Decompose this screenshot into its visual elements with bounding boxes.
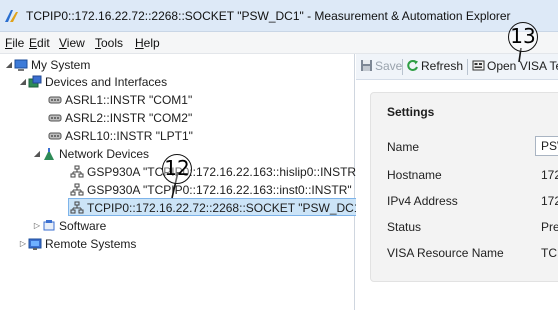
software-icon <box>43 220 55 231</box>
name-label: Name <box>387 140 420 154</box>
menu-file[interactable]: File <box>5 36 24 50</box>
menu-edit[interactable]: Edit <box>29 36 50 50</box>
menu-view-label: iew <box>66 36 85 50</box>
tree-item-remote-systems[interactable]: ▷ Remote Systems <box>18 235 136 253</box>
refresh-icon <box>407 60 418 71</box>
menu-help[interactable]: Help <box>135 36 160 50</box>
tree-item-software[interactable]: ▷ Software <box>32 217 106 235</box>
menu-bar: File Edit View Tools Help <box>0 32 558 54</box>
tree-label-gsp-inst0: GSP930A "TCPIP0::172.16.22.163::inst0::I… <box>87 183 352 197</box>
tree-label-gsp-hislip: GSP930A "TCPIP0::172.16.22.163::hislip0:… <box>87 165 361 179</box>
window-title: TCPIP0::172.16.22.72::2268::SOCKET "PSW_… <box>26 9 511 23</box>
serial-port-icon <box>48 96 62 104</box>
tree-item-devices-and-interfaces[interactable]: ◢ Devices and Interfaces <box>18 73 167 91</box>
settings-panel: Settings Name PSW Hostname 172 IPv4 Addr… <box>370 92 558 282</box>
menu-edit-accelerator: E <box>29 36 38 50</box>
name-field[interactable]: PSW <box>535 136 558 156</box>
mae-app-icon <box>5 10 18 22</box>
tree-label-my-system: My System <box>31 58 91 72</box>
tree-item-my-system[interactable]: ◢ My System <box>4 56 90 74</box>
tree-item-gsp-hislip[interactable]: GSP930A "TCPIP0::172.16.22.163::hislip0:… <box>70 163 360 181</box>
refresh-label: Refresh <box>421 59 464 73</box>
hostname-label: Hostname <box>387 168 442 182</box>
parallel-port-icon <box>48 132 62 140</box>
settings-title: Settings <box>387 105 435 119</box>
visa-test-panel-icon <box>472 60 485 71</box>
hostname-value: 172 <box>541 168 558 182</box>
toolbar-separator <box>467 59 468 75</box>
menu-file-label: ile <box>12 36 25 50</box>
tree-label-network-devices: Network Devices <box>59 147 150 161</box>
refresh-button[interactable]: Refresh <box>406 59 463 73</box>
computer-icon <box>14 59 28 71</box>
save-label: Save <box>375 59 403 73</box>
devices-icon <box>28 75 42 88</box>
collapse-arrow-icon[interactable]: ◢ <box>4 56 14 74</box>
toolbar-separator <box>402 59 403 75</box>
save-icon <box>361 60 372 71</box>
save-button[interactable]: Save <box>360 59 402 73</box>
serial-port-icon <box>48 114 62 122</box>
tree-label-asrl10: ASRL10::INSTR "LPT1" <box>65 129 193 143</box>
visa-resource-name-value: TCP <box>541 246 558 260</box>
tree-item-asrl1[interactable]: ASRL1::INSTR "COM1" <box>48 91 192 109</box>
tree-item-asrl10[interactable]: ASRL10::INSTR "LPT1" <box>48 127 193 145</box>
visa-resource-name-label: VISA Resource Name <box>387 246 504 260</box>
tree-label-software: Software <box>59 219 107 233</box>
collapse-arrow-icon[interactable]: ◢ <box>18 73 28 91</box>
menu-edit-label: dit <box>37 36 50 50</box>
tree-label-devices-and-interfaces: Devices and Interfaces <box>45 75 168 89</box>
tree-item-psw-dc1[interactable]: TCPIP0::172.16.22.72::2268::SOCKET "PSW_… <box>68 198 370 216</box>
tree-label-asrl1: ASRL1::INSTR "COM1" <box>65 93 193 107</box>
tree-item-network-devices[interactable]: ◢ Network Devices <box>32 145 149 163</box>
callout-13: 13 <box>508 22 538 52</box>
network-devices-icon <box>44 148 54 160</box>
ipv4-label: IPv4 Address <box>387 194 458 208</box>
status-value: Pre <box>541 220 558 234</box>
tree-item-asrl2[interactable]: ASRL2::INSTR "COM2" <box>48 109 192 127</box>
menu-help-accelerator: H <box>135 36 144 50</box>
tree-item-gsp-inst0[interactable]: GSP930A "TCPIP0::172.16.22.163::inst0::I… <box>70 181 352 199</box>
menu-tools[interactable]: Tools <box>95 36 123 50</box>
status-label: Status <box>387 220 422 234</box>
menu-help-label: elp <box>143 36 160 50</box>
ipv4-value: 172 <box>541 194 558 208</box>
network-instrument-icon <box>70 183 84 196</box>
tree-label-asrl2: ASRL2::INSTR "COM2" <box>65 111 193 125</box>
menu-view-accelerator: V <box>59 36 67 50</box>
tree-label-psw-dc1: TCPIP0::172.16.22.72::2268::SOCKET "PSW_… <box>87 201 365 215</box>
expand-arrow-icon[interactable]: ▷ <box>18 235 28 253</box>
title-bar: TCPIP0::172.16.22.72::2268::SOCKET "PSW_… <box>0 0 558 32</box>
menu-tools-label: ools <box>101 36 124 50</box>
menu-view[interactable]: View <box>59 36 85 50</box>
expand-arrow-icon[interactable]: ▷ <box>32 217 42 235</box>
collapse-arrow-icon[interactable]: ◢ <box>32 145 42 163</box>
callout-12: 12 <box>162 154 192 184</box>
remote-systems-icon <box>28 238 42 250</box>
network-instrument-icon <box>70 165 84 178</box>
settings-content: Settings Name PSW Hostname 172 IPv4 Addr… <box>356 80 558 310</box>
network-instrument-icon <box>70 201 84 214</box>
tree-label-remote-systems: Remote Systems <box>45 237 137 251</box>
